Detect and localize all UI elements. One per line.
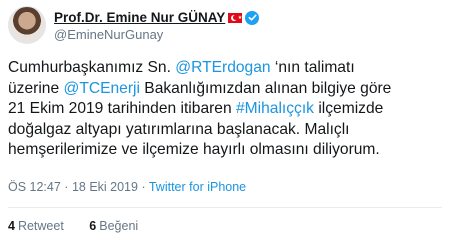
avatar[interactable] — [8, 6, 46, 44]
mention-link[interactable]: @TCEnerji — [63, 80, 139, 97]
divider — [8, 207, 442, 208]
retweet-label: Retweet — [17, 219, 64, 233]
tweet-text-segment: ‘nın talimatı — [270, 59, 355, 76]
tweet-text-segment: 21 Ekim 2019 tarihinden itibaren — [8, 100, 236, 117]
meta-separator: · — [60, 180, 72, 194]
like-label: Beğeni — [99, 219, 139, 233]
tweet-text-segment: hemşerilerimize ve ilçemize hayırlı olma… — [8, 141, 380, 158]
tweet-stats: 4 Retweet 6 Beğeni — [8, 219, 160, 233]
meta-separator-2: · — [137, 180, 149, 194]
tweet-text-segment: Cumhurbaşkanımız Sn. — [8, 59, 176, 76]
verified-badge-icon — [245, 10, 260, 25]
tweet-date[interactable]: 18 Eki 2019 — [72, 180, 138, 194]
tweet-text-line: 21 Ekim 2019 tarihinden itibaren #Mihalı… — [8, 99, 444, 120]
hashtag-link[interactable]: #Mihalıççık — [236, 100, 314, 117]
tweet-header: Prof.Dr. Emine Nur GÜNAY ★ @EmineNurGuna… — [8, 6, 260, 46]
tweet-text-line: hemşerilerimize ve ilçemize hayırlı olma… — [8, 140, 444, 161]
mention-link[interactable]: @RTErdogan — [175, 59, 270, 76]
user-names: Prof.Dr. Emine Nur GÜNAY ★ @EmineNurGuna… — [54, 9, 260, 43]
name-row: Prof.Dr. Emine Nur GÜNAY ★ — [54, 9, 260, 26]
user-handle[interactable]: @EmineNurGunay — [54, 26, 259, 43]
tweet-time[interactable]: ÖS 12:47 — [8, 180, 61, 194]
tweet-text-segment: Bakanlığımızdan alınan bilgiye göre — [139, 79, 392, 97]
tweet-text-segment: doğalgaz altyapı yatırımlarına başlanaca… — [8, 120, 350, 138]
tweet-text-segment: ilçemizde — [313, 100, 384, 117]
tweet-text-line: Cumhurbaşkanımız Sn. @RTErdogan ‘nın tal… — [8, 58, 444, 79]
turkey-flag-icon: ★ — [228, 12, 243, 23]
tweet-source-link[interactable]: Twitter for iPhone — [149, 180, 246, 194]
tweet-card: Prof.Dr. Emine Nur GÜNAY ★ @EmineNurGuna… — [0, 0, 450, 247]
tweet-meta: ÖS 12:47 · 18 Eki 2019 · Twitter for iPh… — [8, 180, 246, 194]
tweet-text-line: doğalgaz altyapı yatırımlarına başlanaca… — [8, 120, 444, 141]
retweet-stat[interactable]: 4 Retweet — [8, 219, 64, 233]
like-count: 6 — [89, 219, 97, 233]
display-name[interactable]: Prof.Dr. Emine Nur GÜNAY — [54, 9, 225, 26]
tweet-text-segment: üzerine — [8, 79, 64, 97]
tweet-text-line: üzerine @TCEnerji Bakanlığımızdan alınan… — [8, 79, 444, 100]
retweet-count: 4 — [8, 219, 15, 233]
tweet-text: Cumhurbaşkanımız Sn. @RTErdogan ‘nın tal… — [8, 58, 444, 161]
like-stat[interactable]: 6 Beğeni — [89, 219, 138, 233]
